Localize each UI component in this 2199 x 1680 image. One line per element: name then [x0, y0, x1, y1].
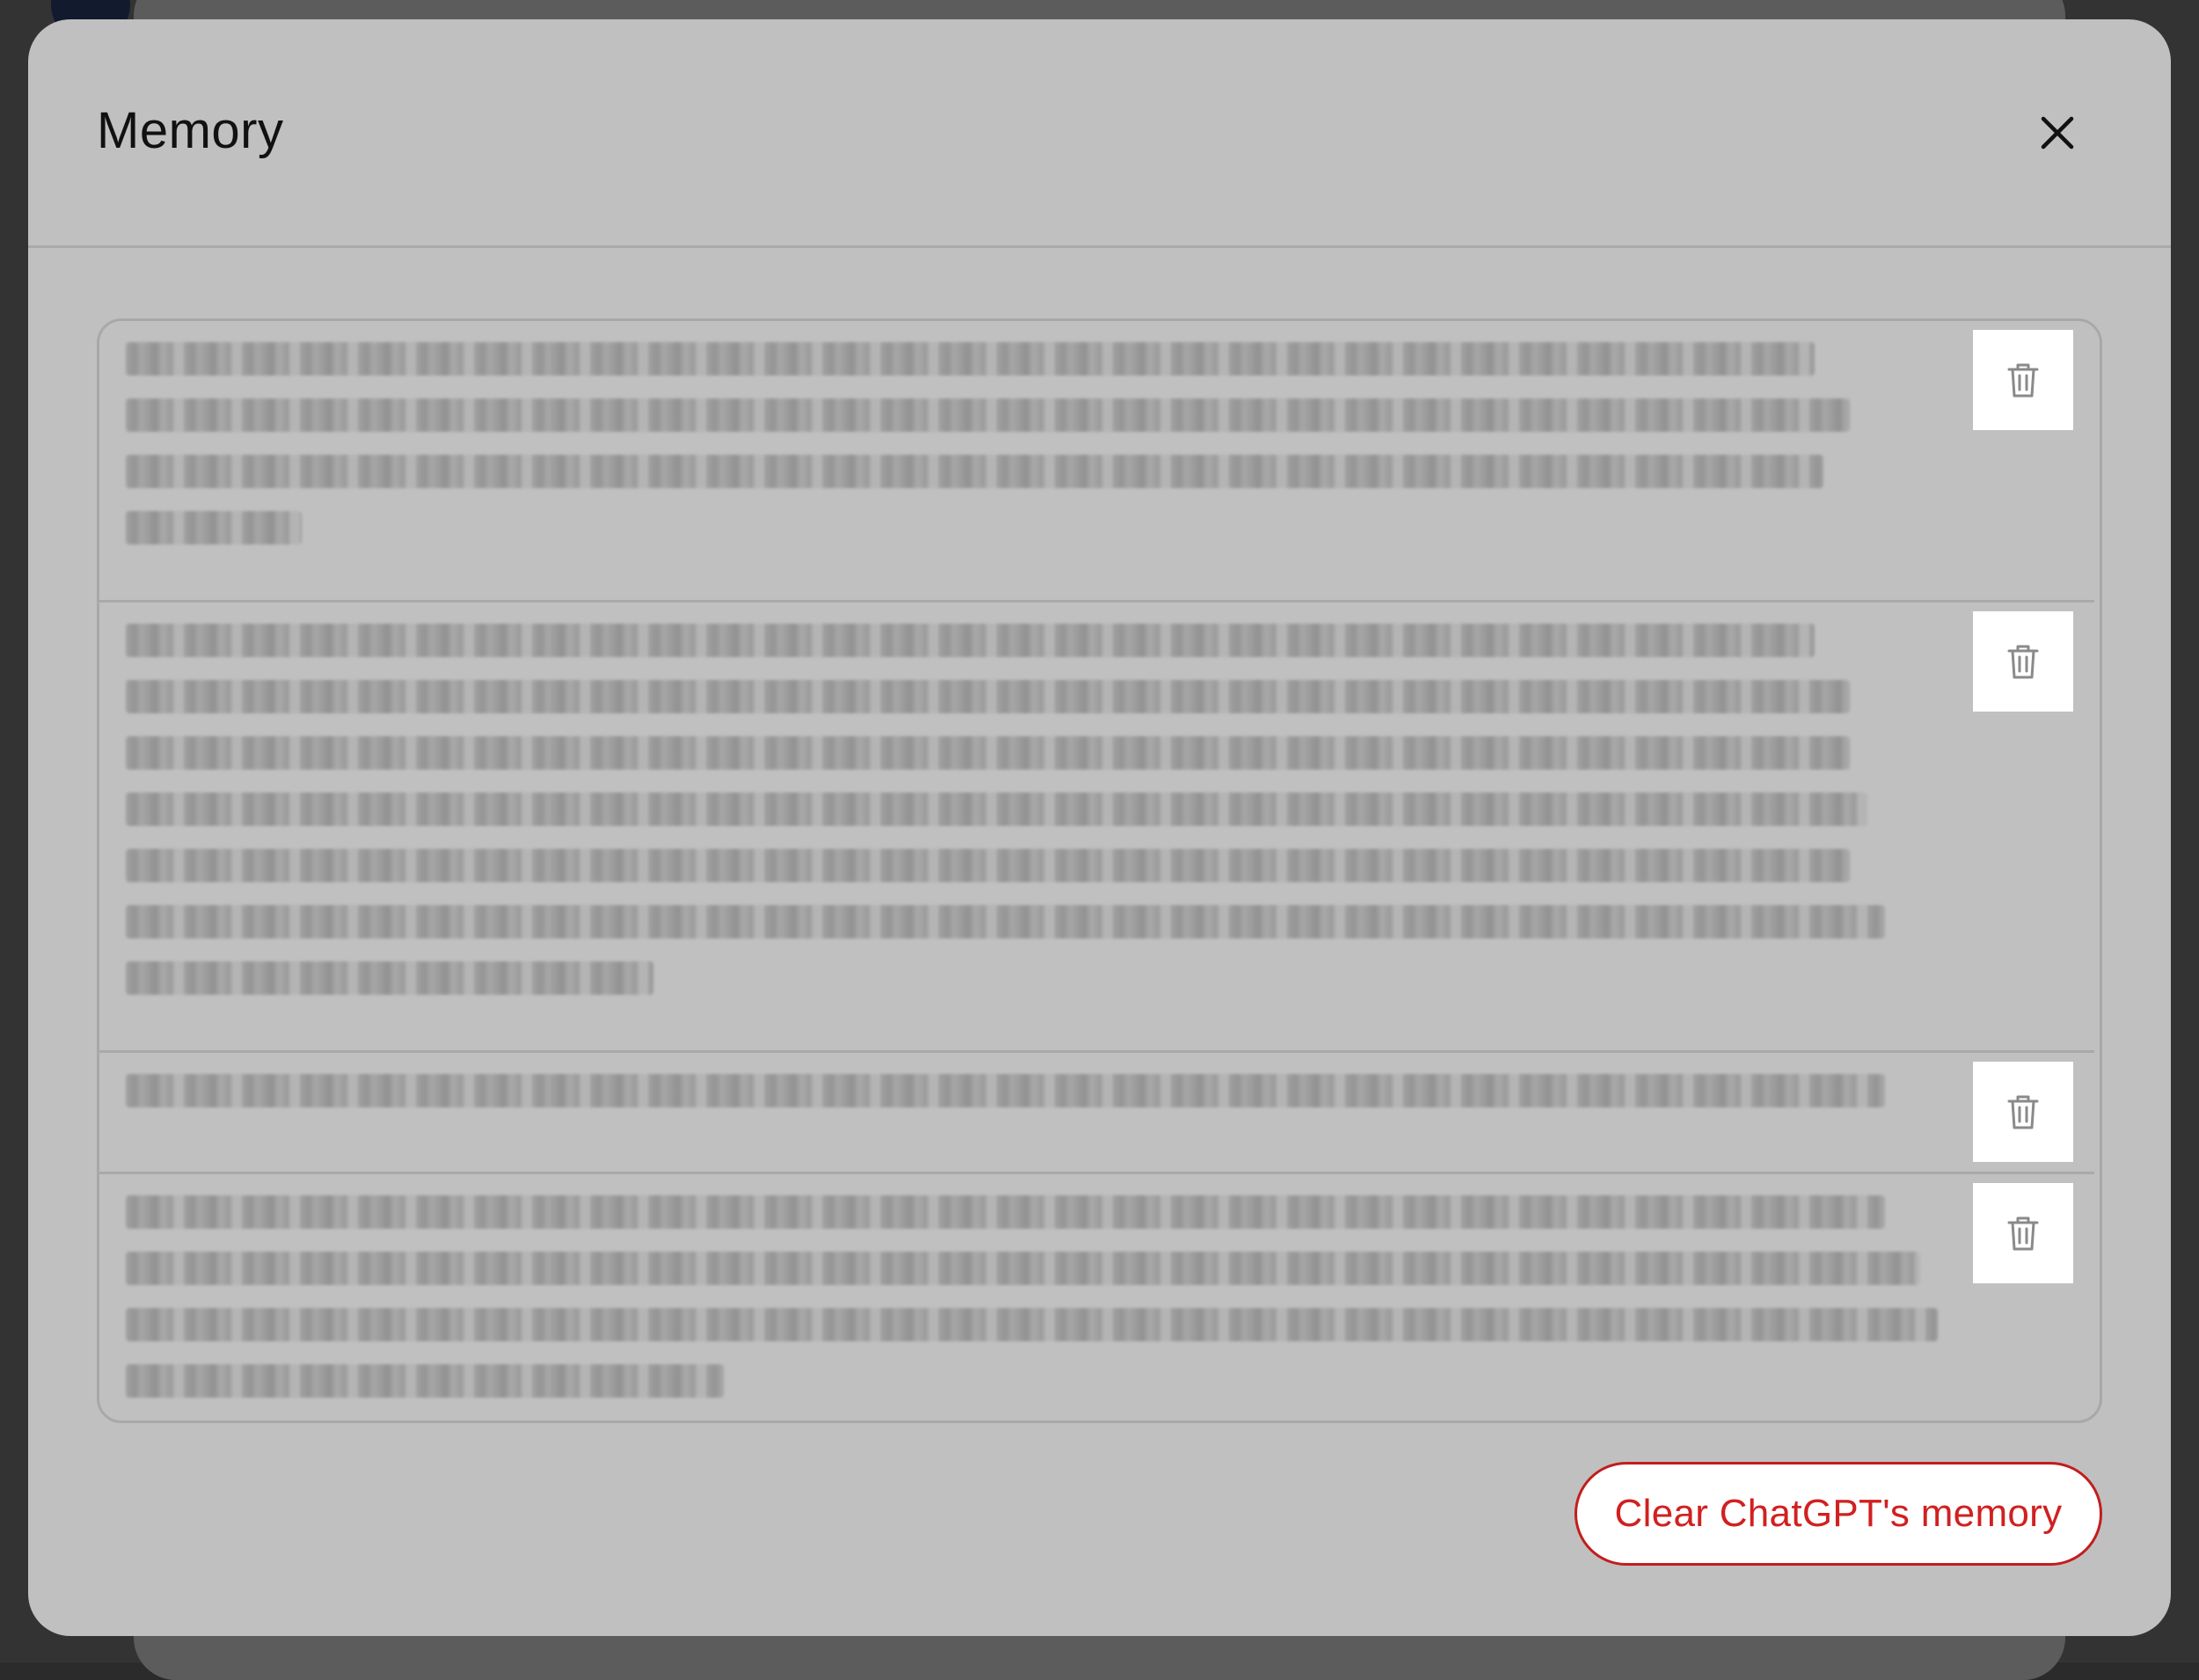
memory-item — [99, 1174, 2094, 1421]
memory-text-redacted — [126, 1195, 1955, 1421]
memory-text-redacted — [126, 342, 1955, 567]
close-icon — [2041, 116, 2074, 150]
clear-memory-button[interactable]: Clear ChatGPT's memory — [1574, 1462, 2102, 1566]
trash-icon — [2007, 363, 2039, 398]
dialog-header: Memory — [28, 19, 2171, 248]
memory-text-redacted — [126, 624, 1955, 1018]
dialog-title: Memory — [97, 102, 284, 159]
memory-list — [97, 318, 2102, 1423]
memory-item — [99, 1053, 2094, 1174]
trash-icon — [2007, 645, 2039, 679]
delete-memory-button[interactable] — [1973, 1062, 2073, 1162]
close-button[interactable] — [2027, 102, 2088, 164]
trash-icon — [2007, 1216, 2039, 1251]
memory-item — [99, 603, 2094, 1053]
trash-icon — [2007, 1095, 2039, 1129]
delete-memory-button[interactable] — [1973, 330, 2073, 430]
delete-memory-button[interactable] — [1973, 611, 2073, 712]
delete-memory-button[interactable] — [1973, 1183, 2073, 1283]
memory-dialog: Memory Clear ChatGPT's memory — [28, 19, 2171, 1636]
memory-item — [99, 321, 2094, 603]
memory-text-redacted — [126, 1074, 1955, 1130]
